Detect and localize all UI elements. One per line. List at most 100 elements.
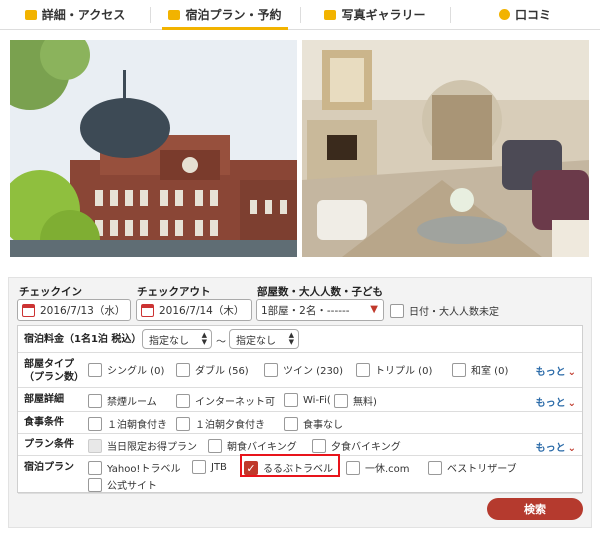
checkbox[interactable]	[284, 393, 298, 407]
highlight-box	[240, 454, 340, 477]
calendar-icon	[22, 303, 35, 317]
option-label: Yahoo!トラベル	[107, 464, 181, 475]
checkbox[interactable]	[346, 460, 360, 475]
date-undecided-label: 日付・大人人数未定	[409, 307, 499, 318]
option-label: ツイン (230)	[283, 366, 344, 377]
hotel-exterior-photo[interactable]	[10, 40, 297, 257]
room-type-triple[interactable]: トリプル (0)	[356, 362, 432, 377]
room-type-japanese[interactable]: 和室 (0)	[452, 362, 508, 377]
option-label: 朝食バイキング	[227, 442, 297, 453]
option-label: 和室 (0)	[471, 366, 509, 377]
room-detail-wifi-free[interactable]: 無料)	[334, 393, 377, 408]
meal-breakfast[interactable]: １泊朝食付き	[88, 416, 167, 431]
checkbox[interactable]	[88, 438, 102, 453]
checkbox[interactable]	[208, 438, 222, 453]
bed-icon	[168, 9, 181, 20]
meal-breakfast-dinner[interactable]: １泊朝夕食付き	[176, 416, 265, 431]
option-label: 当日限定お得プラン	[107, 442, 197, 453]
meal-none[interactable]: 食事なし	[284, 416, 343, 431]
tab-divider	[450, 7, 451, 23]
more-room-details-link[interactable]: もっと ⌄	[536, 394, 576, 409]
chat-icon	[498, 9, 510, 20]
tab-plans-booking[interactable]: 宿泊プラン・予約	[150, 0, 300, 30]
checkbox[interactable]	[264, 362, 278, 377]
chevron-down-icon: ⌄	[567, 367, 576, 378]
rooms-guests-select[interactable]: 1部屋・2名・------ ▼	[256, 299, 384, 321]
date-undecided-checkbox[interactable]	[390, 303, 404, 318]
checkbox[interactable]	[452, 362, 466, 377]
option-label: １泊朝夕食付き	[195, 420, 265, 431]
price-min-select[interactable]: 指定なし ▲ ▼	[142, 329, 212, 349]
plan-search-panel: チェックイン 2016/7/13（水） チェックアウト 2016/7/14（木）…	[8, 277, 592, 528]
plan-condition-row: プラン条件 当日限定お得プラン 朝食バイキング 夕食バイキング もっと ⌄	[18, 434, 582, 456]
checkbox[interactable]	[356, 362, 370, 377]
price-range-separator: 〜	[216, 337, 226, 348]
room-detail-internet[interactable]: インターネット可	[176, 393, 275, 408]
more-plan-conditions-link[interactable]: もっと ⌄	[536, 439, 576, 454]
chevron-down-icon: ▼	[370, 304, 378, 315]
plan-condition-same-day[interactable]: 当日限定お得プラン	[88, 438, 197, 453]
checkbox[interactable]	[88, 393, 102, 408]
checkbox[interactable]	[88, 416, 102, 431]
checkbox[interactable]	[176, 362, 190, 377]
checkout-date-field[interactable]: 2016/7/14（木）	[136, 299, 252, 321]
checkout-date-value: 2016/7/14（木）	[159, 304, 245, 317]
tab-label: 宿泊プラン・予約	[185, 8, 282, 22]
hotel-lobby-photo[interactable]	[302, 40, 589, 257]
checkin-date-value: 2016/7/13（水）	[40, 304, 126, 317]
option-label: Wi-Fi(	[303, 394, 331, 406]
checkbox[interactable]	[88, 477, 102, 492]
room-detail-wifi[interactable]: Wi-Fi(	[284, 393, 331, 407]
conditions-table: 宿泊料金（1名1泊 税込） 指定なし ▲ ▼ 〜 指定なし ▲ ▼ 部屋タイプ （プ…	[17, 325, 583, 494]
updown-arrow-icon: ▲ ▼	[288, 331, 294, 346]
checkbox[interactable]	[88, 362, 102, 377]
date-undecided-option[interactable]: 日付・大人人数未定	[390, 303, 499, 318]
meal-row: 食事条件 １泊朝食付き １泊朝夕食付き 食事なし	[18, 412, 582, 434]
site-jtb[interactable]: JTB	[192, 460, 227, 474]
building-icon	[24, 9, 37, 20]
site-official[interactable]: 公式サイト	[88, 477, 157, 492]
room-type-label-line1: 部屋タイプ	[24, 359, 74, 370]
option-label: 食事なし	[303, 420, 343, 431]
tab-details-access[interactable]: 詳細・アクセス	[0, 0, 150, 29]
room-type-double[interactable]: ダブル (56)	[176, 362, 249, 377]
room-detail-label: 部屋詳細	[24, 394, 64, 405]
room-detail-nonsmoking[interactable]: 禁煙ルーム	[88, 393, 157, 408]
tab-label: 口コミ	[514, 8, 551, 22]
search-button[interactable]: 検索	[487, 498, 583, 520]
checkbox[interactable]	[88, 460, 102, 475]
price-max-value: 指定なし	[236, 335, 276, 347]
room-type-row: 部屋タイプ （プラン数） シングル (0) ダブル (56) ツイン (230)…	[18, 353, 582, 388]
site-best-reserve[interactable]: ベストリザーブ	[428, 460, 517, 475]
price-min-value: 指定なし	[149, 335, 189, 347]
more-label: もっと	[535, 398, 566, 409]
updown-arrow-icon: ▲ ▼	[201, 331, 207, 346]
plan-condition-breakfast-buffet[interactable]: 朝食バイキング	[208, 438, 297, 453]
tab-photo-gallery[interactable]: 写真ギャラリー	[300, 0, 450, 29]
room-type-single[interactable]: シングル (0)	[88, 362, 164, 377]
room-type-twin[interactable]: ツイン (230)	[264, 362, 343, 377]
checkbox[interactable]	[192, 460, 206, 474]
room-detail-row: 部屋詳細 禁煙ルーム インターネット可 Wi-Fi( 無料) もっと ⌄	[18, 388, 582, 412]
tab-divider	[300, 7, 301, 23]
tab-reviews[interactable]: 口コミ	[450, 0, 600, 29]
checkbox[interactable]	[334, 393, 348, 408]
checkin-date-field[interactable]: 2016/7/13（水）	[17, 299, 131, 321]
site-ikyu[interactable]: 一休.com	[346, 460, 410, 475]
checkbox[interactable]	[176, 393, 190, 408]
plan-condition-dinner-buffet[interactable]: 夕食バイキング	[312, 438, 401, 453]
site-yahoo-travel[interactable]: Yahoo!トラベル	[88, 460, 180, 475]
plan-condition-label: プラン条件	[24, 439, 74, 450]
checkbox[interactable]	[284, 416, 298, 431]
room-type-label-line2: （プラン数）	[24, 372, 84, 383]
option-label: 無料)	[353, 397, 377, 408]
checkbox[interactable]	[176, 416, 190, 431]
more-room-types-link[interactable]: もっと ⌄	[536, 363, 576, 378]
checkbox[interactable]	[428, 460, 442, 475]
more-label: もっと	[535, 367, 566, 378]
option-label: 禁煙ルーム	[107, 397, 157, 408]
price-max-select[interactable]: 指定なし ▲ ▼	[229, 329, 299, 349]
checkin-label: チェックイン	[19, 286, 82, 298]
checkbox[interactable]	[312, 438, 326, 453]
option-label: 一休.com	[365, 464, 410, 475]
